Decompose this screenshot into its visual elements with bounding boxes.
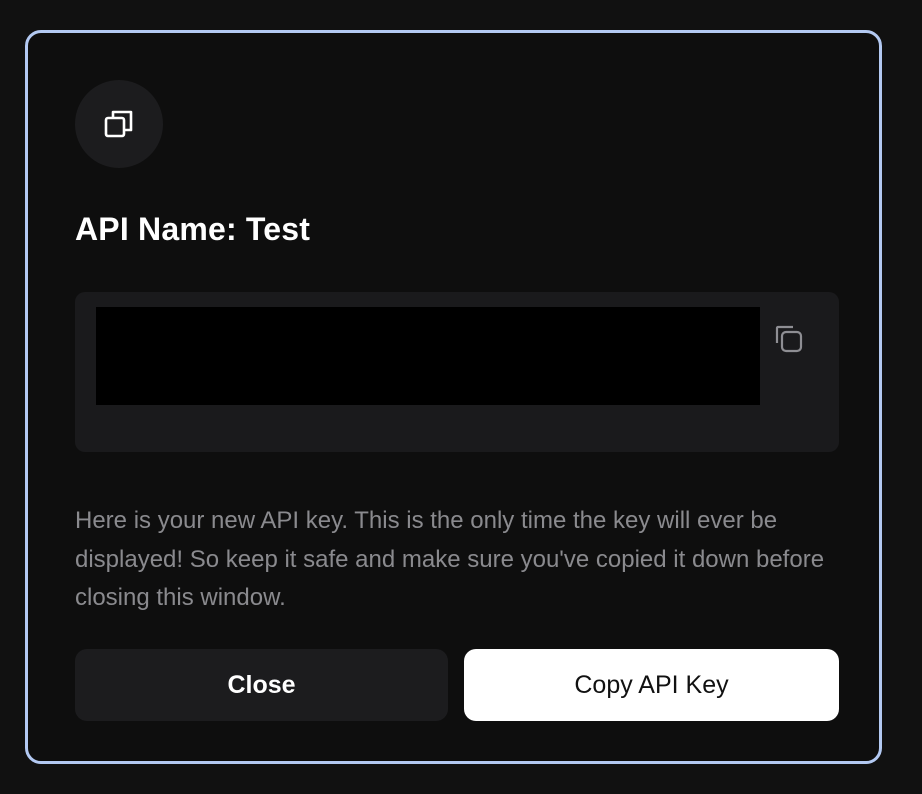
close-button[interactable]: Close (75, 649, 448, 721)
api-key-value-redacted (96, 307, 760, 405)
modal-title: API Name: Test (75, 211, 311, 247)
copy-api-key-button[interactable]: Copy API Key (464, 649, 839, 721)
copy-key-icon-button[interactable] (772, 322, 806, 356)
api-key-modal: API Name: Test Here is your new API key.… (25, 30, 882, 764)
modal-description: Here is your new API key. This is the on… (75, 507, 825, 611)
api-key-field (75, 292, 839, 452)
copy-icon (104, 110, 133, 138)
copy-icon (775, 325, 803, 353)
header-icon-badge (75, 80, 163, 168)
